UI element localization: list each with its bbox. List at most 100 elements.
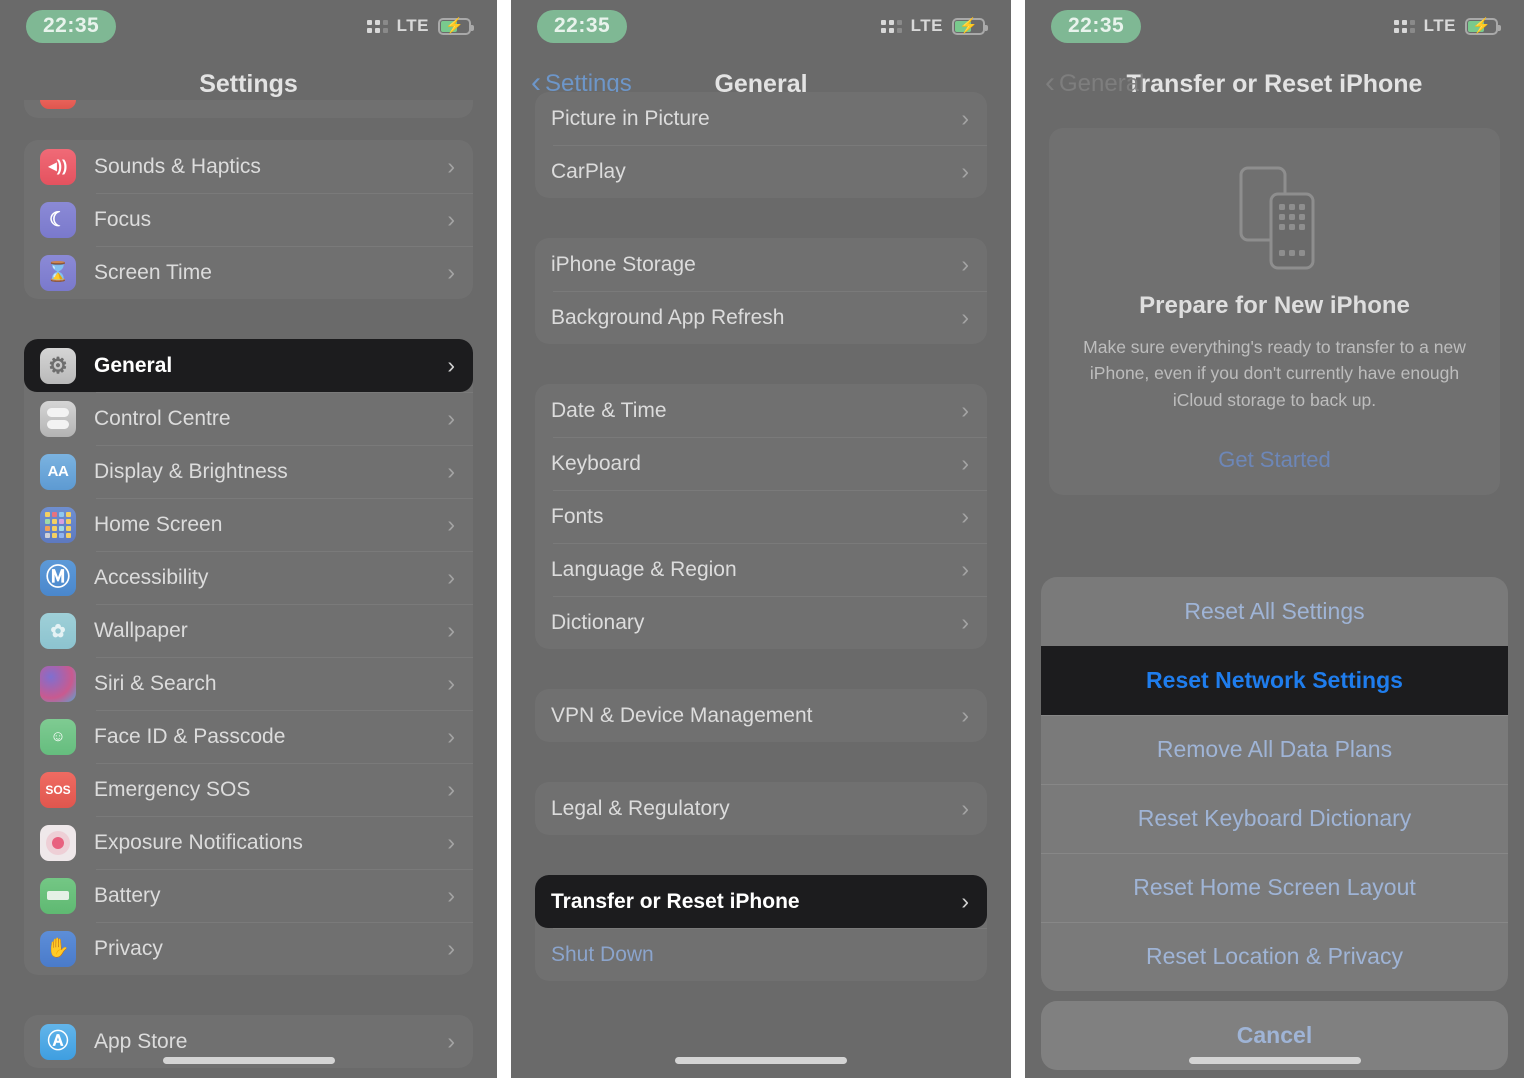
sidebar-item-battery[interactable]: Battery › [24,869,473,922]
battery-icon [40,877,76,914]
chevron-right-icon: › [447,723,455,749]
sidebar-item-focus[interactable]: ☾ Focus › [24,193,473,246]
row-label: Accessibility [94,565,209,589]
partial-row-notifications[interactable] [24,100,473,118]
chevron-right-icon: › [961,702,969,728]
row-label: Focus [94,207,152,231]
chevron-right-icon: › [447,153,455,179]
general-item-date-time[interactable]: Date & Time › [535,384,987,437]
chevron-right-icon: › [961,503,969,529]
home-indicator-panel2[interactable] [675,1057,847,1064]
general-item-language-region[interactable]: Language & Region › [535,543,987,596]
status-indicators: LTE ⚡ [880,16,988,36]
general-group-6: Transfer or Reset iPhone › Shut Down [535,875,987,981]
general-item-carplay[interactable]: CarPlay › [535,145,987,198]
reset-location-privacy-option[interactable]: Reset Location & Privacy [1041,921,1508,991]
face-id-icon: ☺ [40,718,76,755]
prepare-new-iphone-card[interactable]: Prepare for New iPhone Make sure everyth… [1049,128,1500,495]
sidebar-item-face-id-passcode[interactable]: ☺ Face ID & Passcode › [24,710,473,763]
chevron-right-icon: › [447,935,455,961]
general-group-2: iPhone Storage › Background App Refresh … [535,238,987,344]
general-item-keyboard[interactable]: Keyboard › [535,437,987,490]
reset-home-screen-layout-option[interactable]: Reset Home Screen Layout [1041,852,1508,922]
general-item-background-app-refresh[interactable]: Background App Refresh › [535,291,987,344]
row-label: Shut Down [551,942,654,966]
row-label: Display & Brightness [94,459,288,483]
row-label: Language & Region [551,557,737,581]
chevron-left-icon: ‹ [1045,65,1055,99]
moon-icon: ☾ [40,201,76,238]
chevron-right-icon: › [961,397,969,423]
general-item-picture-in-picture[interactable]: Picture in Picture › [535,92,987,145]
speaker-icon: ◂)) [40,148,76,185]
home-indicator-panel1[interactable] [162,1057,335,1064]
sidebar-item-wallpaper[interactable]: ✿ Wallpaper › [24,604,473,657]
carrier-label: LTE [1423,16,1456,35]
general-item-fonts[interactable]: Fonts › [535,490,987,543]
sidebar-item-siri-search[interactable]: Siri & Search › [24,657,473,710]
chevron-right-icon: › [961,304,969,330]
chevron-right-icon: › [447,564,455,590]
hand-icon: ✋ [40,930,76,967]
general-item-legal-regulatory[interactable]: Legal & Regulatory › [535,782,987,835]
screenshot-strip: 22:35 LTE ⚡ Settings ◂)) Sounds & Haptic… [0,0,1524,1078]
sidebar-item-general[interactable]: ⚙ General › [24,339,473,392]
reset-all-settings-option[interactable]: Reset All Settings [1041,577,1508,646]
app-grid-icon [40,506,76,543]
chevron-right-icon: › [447,206,455,232]
hourglass-icon: ⌛ [40,254,76,291]
sidebar-item-accessibility[interactable]: Ⓜ Accessibility › [24,551,473,604]
chevron-right-icon: › [447,1028,455,1054]
panel-divider-2 [1011,0,1025,1078]
sidebar-item-privacy[interactable]: ✋ Privacy › [24,922,473,975]
general-item-dictionary[interactable]: Dictionary › [535,596,987,649]
battery-charging-icon: ⚡ [438,17,474,35]
card-title: Prepare for New iPhone [1139,292,1410,319]
chevron-right-icon: › [447,458,455,484]
general-item-vpn-device-management[interactable]: VPN & Device Management › [535,689,987,742]
siri-icon [40,665,76,702]
sidebar-item-emergency-sos[interactable]: SOS Emergency SOS › [24,763,473,816]
row-label: Fonts [551,504,604,528]
transfer-reset-content: Prepare for New iPhone Make sure everyth… [1025,128,1524,1078]
home-indicator-panel3[interactable] [1188,1057,1361,1064]
chevron-right-icon: › [961,158,969,184]
sidebar-item-screen-time[interactable]: ⌛ Screen Time › [24,246,473,299]
settings-list[interactable]: ◂)) Sounds & Haptics › ☾ Focus › ⌛ Scree… [0,100,497,1078]
chevron-right-icon: › [447,776,455,802]
reset-keyboard-dictionary-option[interactable]: Reset Keyboard Dictionary [1041,783,1508,853]
carrier-label: LTE [396,16,429,35]
sidebar-item-home-screen[interactable]: Home Screen › [24,498,473,551]
general-list[interactable]: Picture in Picture › CarPlay › iPhone St… [511,92,1011,1078]
panel-transfer-reset: 22:35 LTE ⚡ ‹ General Transfer or Reset … [1025,0,1524,1078]
remove-all-data-plans-option[interactable]: Remove All Data Plans [1041,714,1508,784]
exposure-notifications-icon [40,824,76,861]
chevron-right-icon: › [961,609,969,635]
card-description: Make sure everything's ready to transfer… [1083,337,1466,410]
row-label: Exposure Notifications [94,830,303,854]
sidebar-item-display-brightness[interactable]: AA Display & Brightness › [24,445,473,498]
chevron-right-icon: › [447,670,455,696]
general-item-iphone-storage[interactable]: iPhone Storage › [535,238,987,291]
notifications-icon [40,100,76,109]
row-label: Sounds & Haptics [94,154,261,178]
reset-network-settings-option[interactable]: Reset Network Settings [1041,645,1508,715]
row-label: CarPlay [551,159,626,183]
back-button-label: General [1059,70,1145,97]
row-label: VPN & Device Management [551,703,813,727]
general-item-transfer-or-reset-iphone[interactable]: Transfer or Reset iPhone › [535,875,987,928]
panel-general: 22:35 LTE ⚡ ‹ Settings General Picture i… [511,0,1011,1078]
sidebar-item-exposure-notifications[interactable]: Exposure Notifications › [24,816,473,869]
battery-charging-icon: ⚡ [952,17,988,35]
app-store-icon: Ⓐ [40,1023,76,1060]
chevron-right-icon: › [961,450,969,476]
chevron-right-icon: › [447,617,455,643]
sidebar-item-control-centre[interactable]: Control Centre › [24,392,473,445]
row-label: General [94,353,173,377]
back-button-general[interactable]: ‹ General [1045,65,1145,99]
general-item-shut-down[interactable]: Shut Down [535,928,987,981]
status-time-pill: 22:35 [1051,9,1142,43]
get-started-button[interactable]: Get Started [1075,447,1474,473]
sidebar-item-sounds-haptics[interactable]: ◂)) Sounds & Haptics › [24,140,473,193]
sos-icon: SOS [40,771,76,808]
